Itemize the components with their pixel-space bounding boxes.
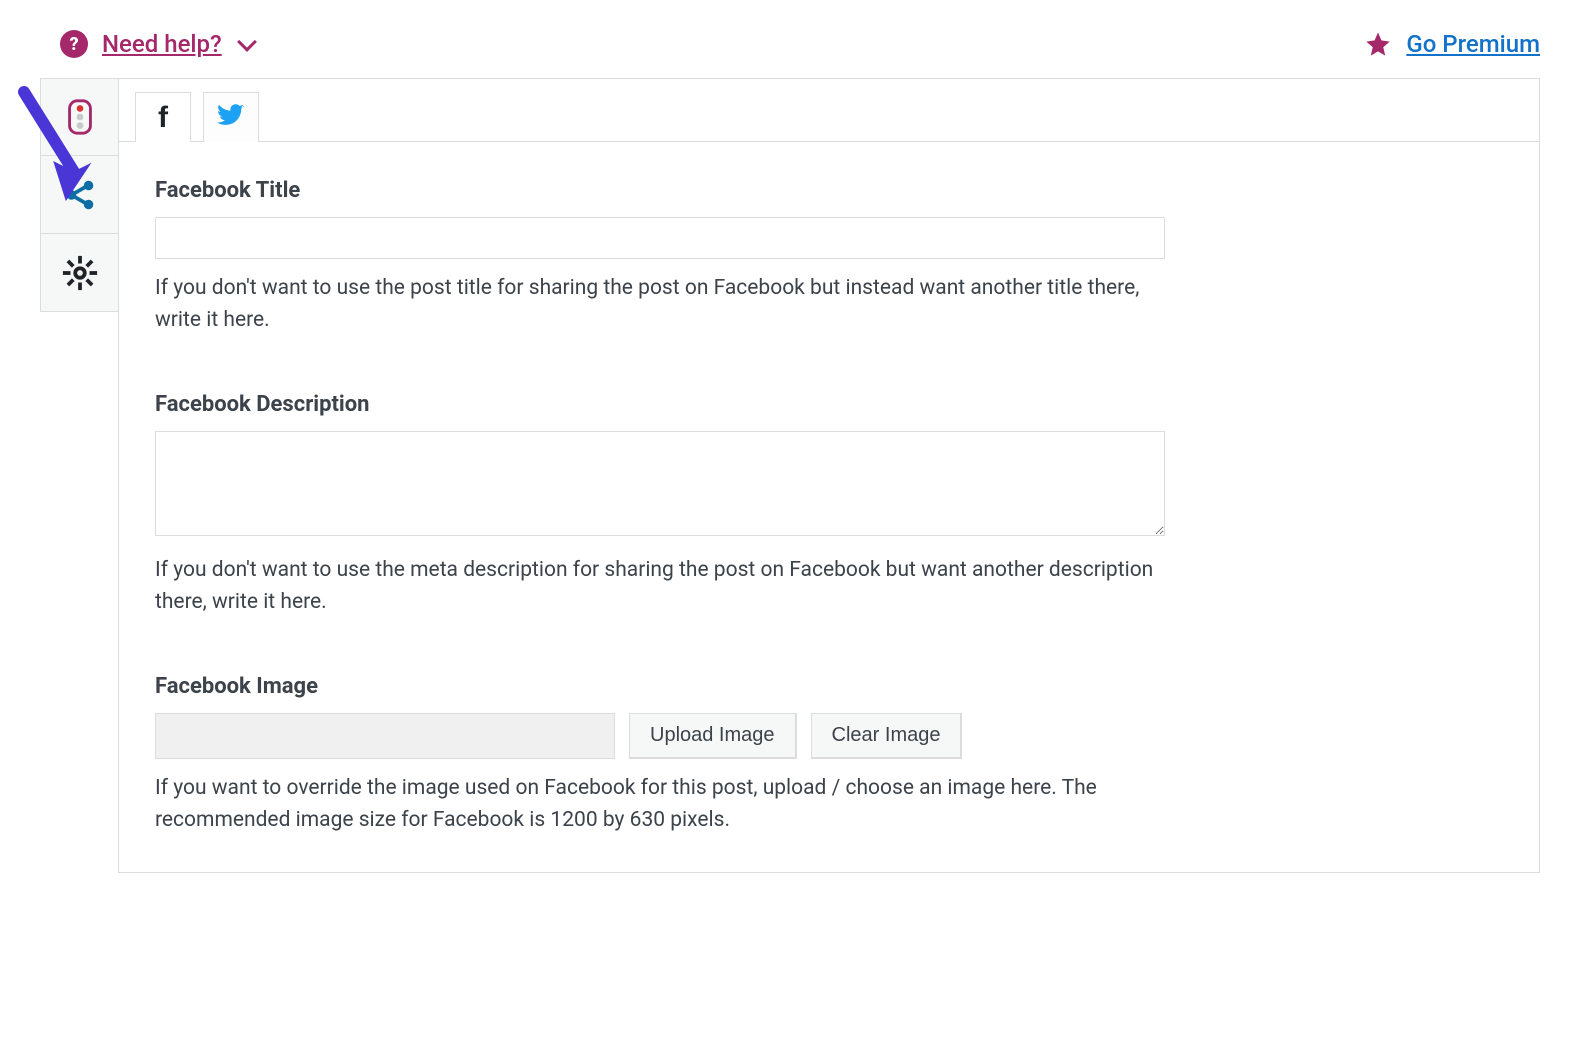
- chevron-down-icon[interactable]: [237, 32, 257, 52]
- side-tab-seo[interactable]: [40, 78, 118, 156]
- side-tab-advanced[interactable]: [40, 234, 118, 312]
- clear-image-button[interactable]: Clear Image: [811, 713, 963, 759]
- facebook-icon: f: [158, 101, 168, 135]
- side-tab-social[interactable]: [40, 156, 118, 234]
- social-tab-facebook[interactable]: f: [135, 92, 191, 142]
- facebook-description-help: If you don't want to use the meta descri…: [155, 555, 1175, 618]
- facebook-image-label: Facebook Image: [155, 674, 1503, 699]
- need-help-link[interactable]: Need help?: [102, 30, 222, 58]
- twitter-icon: [217, 101, 245, 134]
- facebook-image-help: If you want to override the image used o…: [155, 773, 1175, 836]
- upload-image-button[interactable]: Upload Image: [629, 713, 797, 759]
- gear-icon: [61, 254, 99, 292]
- go-premium-link[interactable]: Go Premium: [1406, 30, 1540, 58]
- social-settings-panel: f Facebook Title If you don't want to us…: [118, 78, 1540, 873]
- facebook-title-help: If you don't want to use the post title …: [155, 273, 1175, 336]
- metabox-side-tabs: [40, 78, 118, 312]
- share-icon: [61, 176, 99, 214]
- facebook-title-label: Facebook Title: [155, 178, 1503, 203]
- facebook-title-input[interactable]: [155, 217, 1165, 259]
- facebook-description-input[interactable]: [155, 431, 1165, 536]
- facebook-description-label: Facebook Description: [155, 392, 1503, 417]
- star-icon: [1364, 30, 1392, 58]
- help-icon[interactable]: ?: [60, 30, 88, 58]
- traffic-light-icon: [61, 98, 99, 136]
- social-tab-twitter[interactable]: [203, 92, 259, 142]
- facebook-image-input[interactable]: [155, 713, 615, 759]
